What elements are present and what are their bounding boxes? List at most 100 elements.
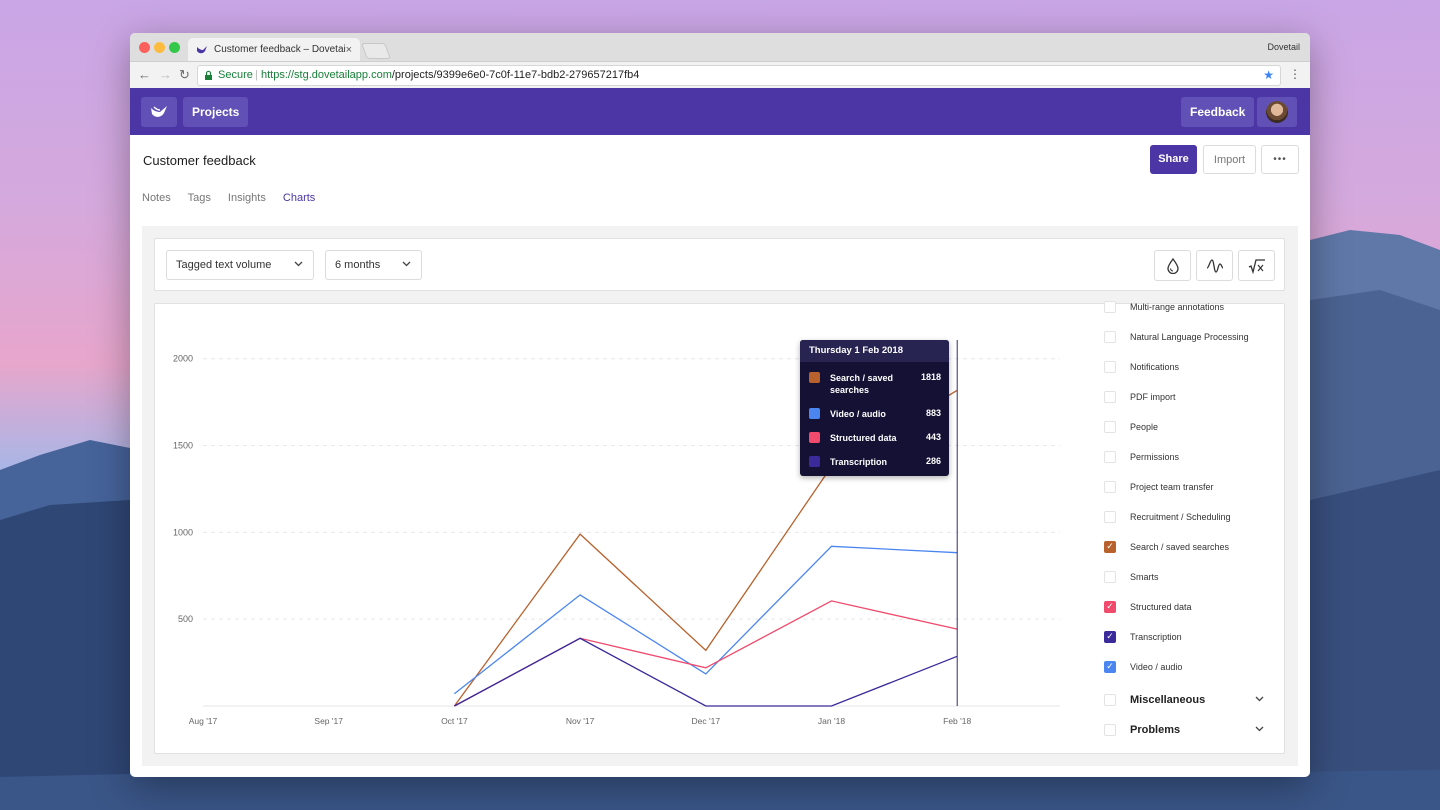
feedback-button[interactable]: Feedback bbox=[1181, 97, 1255, 127]
legend-label: Permissions bbox=[1130, 452, 1180, 462]
metric-select[interactable]: Tagged text volume bbox=[166, 250, 314, 280]
tooltip-label: Search / saved searches bbox=[830, 373, 894, 395]
checkbox[interactable] bbox=[1104, 331, 1116, 343]
legend-label: Video / audio bbox=[1130, 662, 1183, 672]
checkbox[interactable] bbox=[1104, 724, 1116, 736]
metric-select-value: Tagged text volume bbox=[176, 259, 272, 271]
home-logo-button[interactable] bbox=[141, 97, 177, 127]
color-toggle-button[interactable] bbox=[1154, 250, 1191, 281]
projects-button[interactable]: Projects bbox=[183, 97, 249, 127]
legend-label: Recruitment / Scheduling bbox=[1130, 512, 1231, 522]
checkbox[interactable] bbox=[1104, 481, 1116, 493]
checkbox-checked[interactable]: ✓ bbox=[1104, 541, 1116, 553]
minimize-window-button[interactable] bbox=[154, 42, 165, 53]
legend-label: People bbox=[1130, 422, 1159, 432]
legend-label: Transcription bbox=[1130, 632, 1182, 642]
checkbox[interactable] bbox=[1104, 421, 1116, 433]
tab-insights[interactable]: Insights bbox=[228, 192, 266, 204]
smooth-wave-icon bbox=[1206, 258, 1223, 273]
checkbox-checked[interactable]: ✓ bbox=[1104, 661, 1116, 673]
checkbox[interactable] bbox=[1104, 571, 1116, 583]
browser-tab-title: Customer feedback – Dovetail bbox=[214, 44, 346, 55]
browser-tab-bar: Customer feedback – Dovetail × Dovetail bbox=[130, 33, 1310, 62]
tab-charts[interactable]: Charts bbox=[283, 192, 315, 204]
page-title: Customer feedback bbox=[143, 153, 256, 168]
checkbox[interactable] bbox=[1104, 694, 1116, 706]
chevron-down-icon[interactable] bbox=[1255, 724, 1264, 735]
close-tab-icon[interactable]: × bbox=[346, 44, 352, 56]
tooltip-value: 1818 bbox=[920, 372, 941, 382]
x-tick-label: Jan '18 bbox=[818, 716, 845, 726]
share-button[interactable]: Share bbox=[1150, 145, 1197, 174]
formula-icon bbox=[1248, 258, 1265, 274]
lock-icon bbox=[204, 66, 213, 88]
checkbox[interactable] bbox=[1104, 361, 1116, 373]
secure-label: Secure bbox=[218, 69, 253, 81]
user-menu-button[interactable] bbox=[1257, 97, 1297, 127]
tooltip-value: 286 bbox=[925, 456, 941, 466]
forward-icon[interactable]: → bbox=[159, 67, 172, 82]
legend-label: Notifications bbox=[1130, 362, 1180, 372]
legend-group-problems[interactable]: Problems bbox=[1104, 724, 1264, 738]
series-line[interactable] bbox=[454, 600, 958, 707]
legend-label: Natural Language Processing bbox=[1130, 332, 1249, 342]
browser-menu-icon[interactable]: ⋮ bbox=[1289, 67, 1301, 81]
bookmark-star-icon[interactable]: ★ bbox=[1263, 66, 1274, 85]
smooth-lines-button[interactable] bbox=[1196, 250, 1233, 281]
project-tabs: Notes Tags Insights Charts bbox=[142, 192, 329, 204]
more-options-button[interactable]: ••• bbox=[1261, 145, 1299, 174]
chart-tooltip: Thursday 1 Feb 2018 Search / saved searc… bbox=[800, 340, 949, 476]
legend-label: Multi-range annotations bbox=[1130, 302, 1225, 312]
browser-profile-name[interactable]: Dovetail bbox=[1267, 42, 1300, 52]
tooltip-value: 883 bbox=[925, 408, 941, 418]
formula-button[interactable] bbox=[1238, 250, 1275, 281]
series-line[interactable] bbox=[453, 545, 958, 695]
checkbox[interactable] bbox=[1104, 301, 1116, 313]
checkbox-checked[interactable]: ✓ bbox=[1104, 601, 1116, 613]
browser-window: Customer feedback – Dovetail × Dovetail … bbox=[130, 33, 1310, 777]
avatar bbox=[1266, 101, 1288, 123]
close-window-button[interactable] bbox=[139, 42, 150, 53]
reload-icon[interactable]: ↻ bbox=[179, 67, 190, 83]
chevron-down-icon[interactable] bbox=[1255, 694, 1264, 705]
x-tick-label: Feb '18 bbox=[943, 716, 971, 726]
tab-tags[interactable]: Tags bbox=[188, 192, 211, 204]
back-icon[interactable]: ← bbox=[138, 67, 151, 82]
url-scheme: https:// bbox=[261, 69, 295, 81]
legend-label: Search / saved searches bbox=[1130, 542, 1230, 552]
checkbox[interactable] bbox=[1104, 511, 1116, 523]
checkbox[interactable] bbox=[1104, 391, 1116, 403]
import-button[interactable]: Import bbox=[1203, 145, 1256, 174]
tooltip-date: Thursday 1 Feb 2018 bbox=[800, 340, 949, 362]
y-tick-label: 2000 bbox=[173, 354, 193, 364]
browser-tab[interactable]: Customer feedback – Dovetail × bbox=[188, 38, 360, 61]
legend-label: PDF import bbox=[1130, 392, 1176, 402]
x-tick-label: Aug '17 bbox=[189, 716, 218, 726]
legend-group-miscellaneous[interactable]: Miscellaneous bbox=[1104, 694, 1264, 708]
legend-group-label: Problems bbox=[1130, 724, 1181, 736]
tooltip-row: Search / saved searches 1818 bbox=[809, 371, 941, 397]
y-tick-label: 1500 bbox=[173, 441, 193, 451]
range-select[interactable]: 6 months bbox=[325, 250, 422, 280]
app-header: Projects Feedback bbox=[130, 88, 1310, 135]
dovetail-favicon-icon bbox=[196, 45, 208, 55]
x-tick-label: Sep '17 bbox=[314, 716, 343, 726]
checkbox-checked[interactable]: ✓ bbox=[1104, 631, 1116, 643]
chart-toolbar: Tagged text volume 6 months bbox=[154, 238, 1285, 291]
new-tab-button[interactable] bbox=[361, 43, 391, 59]
legend-group-label: Miscellaneous bbox=[1130, 694, 1206, 706]
tooltip-swatch bbox=[809, 408, 820, 419]
series-line[interactable] bbox=[454, 637, 958, 707]
tab-notes[interactable]: Notes bbox=[142, 192, 171, 204]
tooltip-label: Structured data bbox=[830, 433, 897, 443]
maximize-window-button[interactable] bbox=[169, 42, 180, 53]
tooltip-label: Transcription bbox=[830, 457, 888, 467]
tooltip-label: Video / audio bbox=[830, 409, 886, 419]
legend-label: Smarts bbox=[1130, 572, 1159, 582]
checkbox[interactable] bbox=[1104, 451, 1116, 463]
chevron-down-icon bbox=[402, 251, 411, 279]
browser-toolbar: ← → ↻ Secure | https://stg.dovetailapp.c… bbox=[130, 62, 1310, 89]
tooltip-value: 443 bbox=[925, 432, 941, 442]
dovetail-logo-icon bbox=[151, 106, 167, 117]
address-bar[interactable]: Secure | https://stg.dovetailapp.com/pro… bbox=[197, 65, 1281, 86]
